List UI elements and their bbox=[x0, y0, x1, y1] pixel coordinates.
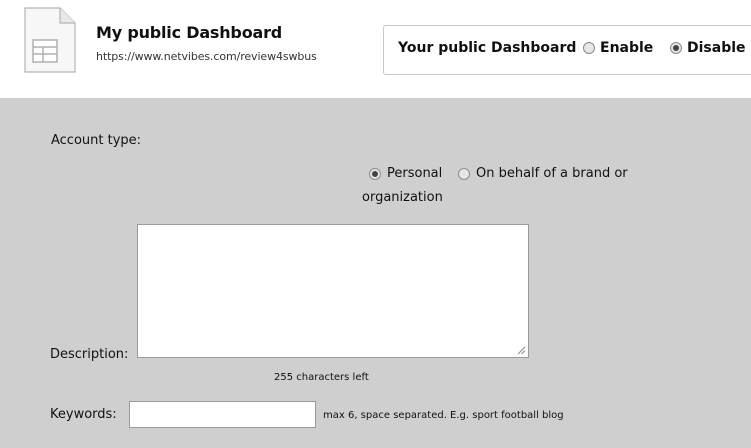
disable-radio[interactable] bbox=[670, 42, 682, 54]
public-dashboard-label: Your public Dashboard bbox=[398, 40, 577, 56]
personal-radio[interactable] bbox=[369, 168, 381, 180]
keywords-label: Keywords: bbox=[50, 407, 117, 422]
characters-left: 255 characters left bbox=[274, 372, 369, 383]
brand-label-wrap[interactable]: organization bbox=[362, 190, 443, 205]
description-label: Description: bbox=[50, 347, 129, 362]
account-type-label: Account type: bbox=[51, 133, 142, 148]
brand-label[interactable]: On behalf of a brand or bbox=[476, 166, 628, 181]
document-icon bbox=[24, 7, 76, 73]
public-url[interactable]: https://www.netvibes.com/review4swbus bbox=[96, 50, 317, 63]
enable-label[interactable]: Enable bbox=[600, 40, 653, 56]
resize-grip-icon[interactable] bbox=[516, 345, 526, 355]
keywords-hint: max 6, space separated. E.g. sport footb… bbox=[323, 410, 564, 421]
disable-label[interactable]: Disable bbox=[687, 40, 746, 56]
page-title: My public Dashboard bbox=[96, 23, 283, 42]
keywords-input[interactable] bbox=[129, 401, 316, 428]
description-textarea[interactable] bbox=[137, 224, 529, 358]
personal-label[interactable]: Personal bbox=[387, 166, 442, 181]
enable-radio[interactable] bbox=[583, 42, 595, 54]
brand-radio[interactable] bbox=[458, 168, 470, 180]
